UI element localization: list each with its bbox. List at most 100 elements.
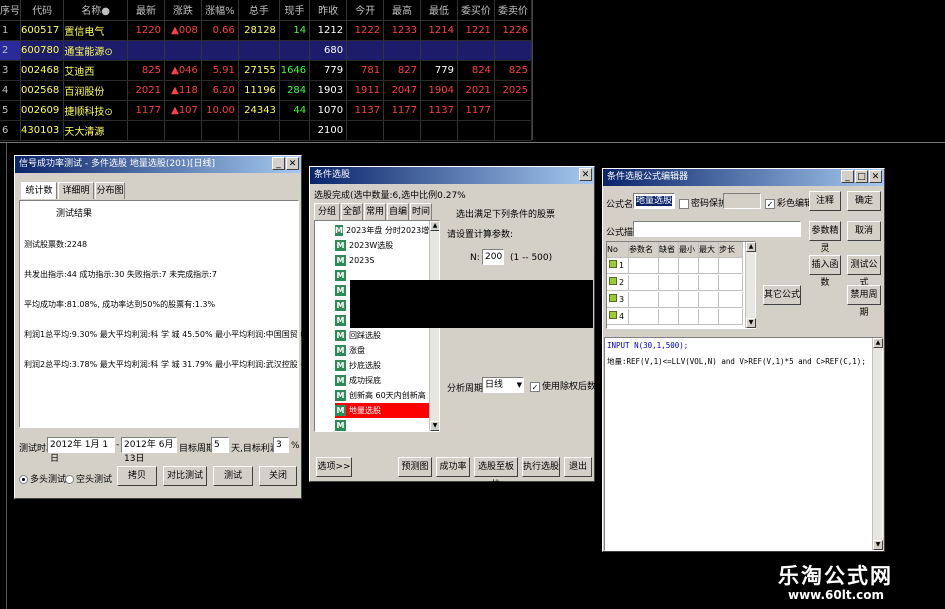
- color-edit-checkbox[interactable]: ✓ 彩色编辑: [765, 196, 813, 209]
- grid-cell[interactable]: [719, 258, 743, 274]
- test-button[interactable]: 测试: [213, 466, 253, 486]
- scroll-down-icon[interactable]: ▼: [746, 318, 756, 328]
- tab-group[interactable]: 分组: [314, 203, 340, 220]
- tab-statistics[interactable]: 统计数据: [21, 182, 57, 212]
- grid-cell[interactable]: [679, 292, 699, 308]
- close-icon[interactable]: ✕: [869, 170, 882, 183]
- column-header[interactable]: 最新: [127, 0, 165, 21]
- password-checkbox[interactable]: 密码保护: [679, 196, 727, 209]
- table-row[interactable]: 5 002609 捷顺科技⊙ 1177 ▲107 10.00 24343 44 1070 1137…: [0, 100, 533, 121]
- column-header[interactable]: 名称●: [63, 0, 128, 21]
- close-icon[interactable]: ✕: [579, 168, 592, 181]
- scroll-down-icon[interactable]: ▼: [873, 540, 883, 550]
- cancel-button[interactable]: 取消: [847, 221, 881, 241]
- column-header[interactable]: 最低: [420, 0, 458, 21]
- insert-function-button[interactable]: 插入函数: [809, 255, 841, 288]
- desc-field[interactable]: [633, 221, 801, 237]
- n-field[interactable]: 200: [482, 249, 504, 265]
- table-row[interactable]: 1 600517 置信电气 1220 ▲008 0.66 28128 14 1212 1222 12…: [0, 20, 533, 41]
- column-header[interactable]: 委卖价: [494, 0, 533, 21]
- target-profit-field[interactable]: 3: [273, 437, 289, 453]
- preview-button[interactable]: 预测图: [398, 457, 432, 477]
- grid-cell[interactable]: [719, 275, 743, 291]
- grid-cell[interactable]: [679, 275, 699, 291]
- tree-item[interactable]: M 回踩选股: [335, 328, 429, 343]
- scroll-down-icon[interactable]: ▼: [430, 421, 439, 431]
- radio-long[interactable]: 多头测试: [19, 472, 66, 485]
- close-button[interactable]: 关闭: [259, 466, 297, 486]
- grid-cell[interactable]: [699, 275, 719, 291]
- success-rate-button[interactable]: 成功率: [436, 457, 470, 477]
- column-header[interactable]: 今开: [346, 0, 385, 21]
- grid-cell[interactable]: [719, 292, 743, 308]
- grid-cell[interactable]: 1: [607, 258, 629, 274]
- grid-cell[interactable]: [659, 292, 679, 308]
- table-row[interactable]: 2 600780 通宝能源⊙ 680: [0, 40, 533, 61]
- tree-item[interactable]: M 2023W选股: [335, 238, 429, 253]
- minimize-icon[interactable]: _: [272, 157, 285, 170]
- disable-cycle-button[interactable]: 禁用周期: [847, 285, 881, 318]
- table-row[interactable]: 4 002568 百润股份 2021 ▲118 6.20 11196 284 1903 1911 2…: [0, 80, 533, 101]
- column-header[interactable]: 委买价: [457, 0, 495, 21]
- close-icon[interactable]: ✕: [286, 157, 299, 170]
- tree-item[interactable]: M: [335, 418, 429, 431]
- column-header[interactable]: 总手: [238, 0, 280, 21]
- grid-cell[interactable]: [699, 309, 719, 325]
- test-formula-button[interactable]: 测试公式: [847, 255, 881, 288]
- column-header[interactable]: 涨跌: [164, 0, 202, 21]
- tab-distribution[interactable]: 分布图: [95, 182, 125, 199]
- other-formula-button[interactable]: 其它公式: [763, 285, 801, 305]
- tab-time[interactable]: 时间: [410, 203, 432, 220]
- grid-cell[interactable]: [659, 275, 679, 291]
- copy-button[interactable]: 拷贝: [117, 466, 157, 486]
- target-cycle-field[interactable]: 5: [211, 437, 229, 453]
- table-row[interactable]: 6 430103 天大清源 2100: [0, 120, 533, 141]
- radio-short[interactable]: 空头测试: [65, 472, 112, 485]
- column-header[interactable]: 代码: [20, 0, 65, 21]
- grid-cell[interactable]: [629, 275, 659, 291]
- grid-cell[interactable]: [659, 309, 679, 325]
- column-header[interactable]: 现手: [279, 0, 311, 21]
- chevron-down-icon[interactable]: ▼: [517, 378, 522, 392]
- tab-all[interactable]: 全部: [341, 203, 363, 220]
- table-row[interactable]: 3 002468 艾迪西 825 ▲046 5.91 27155 1646 779 781 827 7…: [0, 60, 533, 81]
- column-header[interactable]: 最高: [383, 0, 422, 21]
- tab-common[interactable]: 常用: [364, 203, 386, 220]
- grid-scrollbar[interactable]: ▲ ▼: [745, 242, 756, 328]
- scroll-up-icon[interactable]: ▲: [430, 221, 439, 231]
- grid-cell[interactable]: [699, 258, 719, 274]
- scroll-up-icon[interactable]: ▲: [873, 338, 883, 348]
- grid-cell[interactable]: [699, 292, 719, 308]
- date-from-field[interactable]: 2012年 1月 1日: [47, 437, 115, 464]
- tree-item[interactable]: M 抄底选股: [335, 358, 429, 373]
- grid-cell[interactable]: [719, 309, 743, 325]
- column-header[interactable]: 序号: [0, 0, 22, 21]
- tree-item[interactable]: M 创新高 60天内创新高: [335, 388, 429, 403]
- tree-item[interactable]: M2023年盘 分时2023增长选股: [335, 223, 439, 238]
- editor-scrollbar[interactable]: ▲ ▼: [872, 338, 883, 550]
- tree-item[interactable]: M 地量选股: [335, 403, 429, 418]
- password-field[interactable]: [723, 193, 761, 209]
- scroll-up-icon[interactable]: ▲: [746, 242, 756, 252]
- column-header[interactable]: 涨幅%: [201, 0, 239, 21]
- formula-editor[interactable]: INPUT N(30,1,500); 地量:REF(V,1)<=LLV(VOL,…: [604, 337, 883, 551]
- grid-cell[interactable]: [629, 309, 659, 325]
- select-to-block-button[interactable]: 选股至板块: [474, 457, 518, 490]
- maximize-icon[interactable]: □: [855, 170, 868, 183]
- column-header[interactable]: 昨收: [309, 0, 348, 21]
- grid-cell[interactable]: 2: [607, 275, 629, 291]
- help-button[interactable]: 注释: [809, 191, 841, 211]
- compare-button[interactable]: 对比测试: [163, 466, 207, 486]
- execute-select-button[interactable]: 执行选股: [522, 457, 560, 477]
- ok-button[interactable]: 确定: [847, 191, 881, 211]
- minimize-icon[interactable]: _: [841, 170, 854, 183]
- tree-item[interactable]: M 成功探底: [335, 373, 429, 388]
- use-adjust-checkbox[interactable]: ✓ 使用除权后数据: [530, 379, 605, 392]
- date-to-field[interactable]: 2012年 6月13日: [121, 437, 177, 464]
- tree-item[interactable]: M 2023S: [335, 253, 429, 268]
- options-button[interactable]: 选项>>: [316, 457, 352, 477]
- grid-cell[interactable]: 3: [607, 292, 629, 308]
- grid-cell[interactable]: [629, 292, 659, 308]
- grid-cell[interactable]: [679, 258, 699, 274]
- formula-name-field[interactable]: 地量选股: [633, 193, 675, 209]
